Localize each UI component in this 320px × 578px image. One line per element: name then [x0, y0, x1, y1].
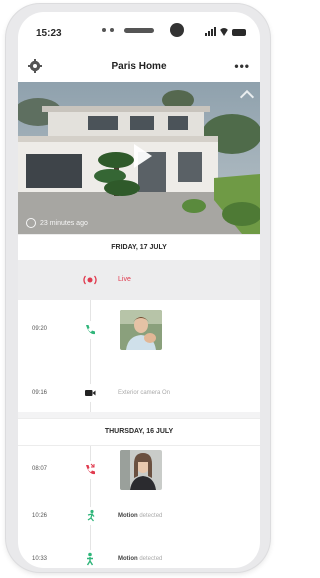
day-header: FRIDAY, 17 JULY: [18, 234, 260, 262]
timeline-event[interactable]: 08:07: [18, 444, 260, 496]
page-title: Paris Home: [111, 61, 167, 72]
live-row[interactable]: Live: [18, 260, 260, 300]
motion-icon: [81, 507, 99, 525]
cellular-signal-icon: [205, 27, 216, 36]
status-bar: 15:23: [18, 12, 260, 52]
timeline-event[interactable]: 10:26 Motion detected: [18, 496, 260, 532]
camera-preview[interactable]: 23 minutes ago: [18, 82, 260, 234]
video-camera-icon: [81, 384, 99, 402]
timeline-event[interactable]: 10:33 Motion detected: [18, 538, 260, 568]
event-time: 08:07: [32, 466, 48, 472]
day-header: THURSDAY, 16 JULY: [18, 418, 260, 446]
sensor-dot: [102, 28, 106, 32]
timeline-event[interactable]: 09:20: [18, 300, 260, 360]
video-timestamp: 23 minutes ago: [40, 219, 88, 227]
event-time: 10:26: [32, 513, 48, 519]
visitor-snapshot[interactable]: [120, 450, 162, 490]
notch: [90, 20, 192, 42]
wifi-icon: [219, 28, 229, 36]
speaker-grille: [124, 28, 154, 33]
event-time: 09:20: [32, 326, 48, 332]
settings-gear-icon[interactable]: [28, 59, 42, 73]
motion-person-icon: [81, 550, 99, 568]
event-label: Motion detected: [118, 513, 163, 519]
status-icons: [205, 26, 246, 36]
video-caption: 23 minutes ago: [26, 218, 88, 228]
status-time: 15:23: [36, 28, 62, 39]
visitor-snapshot[interactable]: [120, 310, 162, 350]
event-time: 10:33: [32, 556, 48, 562]
front-camera: [170, 23, 184, 37]
more-menu-button[interactable]: •••: [234, 59, 250, 73]
sensor-dot: [110, 28, 114, 32]
app-header: Paris Home •••: [18, 52, 260, 80]
timeline-event[interactable]: 09:16 Exterior camera On: [18, 360, 260, 412]
app-screen: 15:23 Paris Home ••• 23 minutes ago FRID…: [18, 12, 260, 568]
event-label: Exterior camera On: [118, 390, 171, 396]
phone-missed-icon: [81, 461, 99, 479]
battery-icon: [232, 29, 246, 36]
clock-icon: [26, 218, 36, 228]
event-time: 09:16: [32, 390, 48, 396]
play-icon[interactable]: [134, 144, 152, 168]
event-label: Motion detected: [118, 556, 163, 562]
live-icon: [83, 275, 97, 285]
live-label: Live: [118, 276, 131, 283]
phone-icon: [81, 321, 99, 339]
